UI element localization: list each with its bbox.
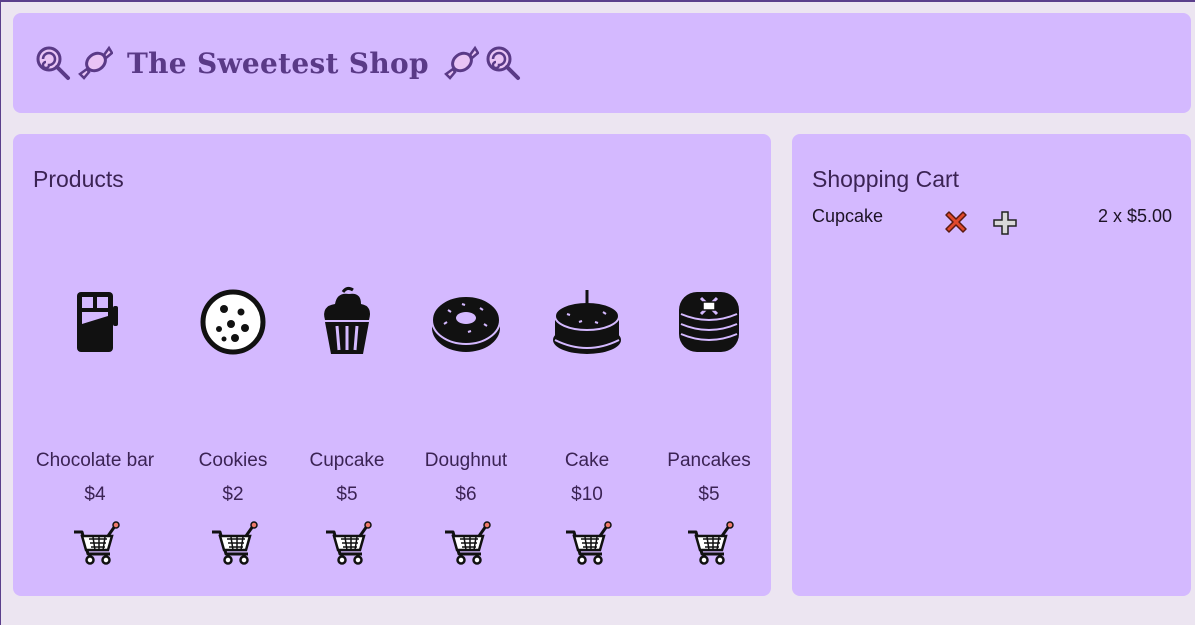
product-name: Cupcake — [309, 450, 385, 471]
add-to-cart-button[interactable] — [208, 520, 258, 568]
add-to-cart-button[interactable] — [441, 520, 491, 568]
product-name: Cookies — [198, 450, 268, 471]
cart-panel: Shopping Cart Cupcake 2 x $5.00 — [792, 134, 1191, 596]
lollipop-icon — [486, 46, 520, 80]
cart-item-name: Cupcake — [812, 206, 884, 226]
product-price: $4 — [84, 484, 106, 505]
products-panel: Products Chocolate bar $4 Cookies $2 Cup… — [13, 134, 771, 596]
cake-icon — [553, 290, 621, 354]
shopping-cart-icon — [688, 521, 734, 565]
cart-item-quantity: 2 x $5.00 — [1097, 206, 1172, 226]
add-to-cart-button[interactable] — [70, 520, 120, 568]
add-to-cart-button[interactable] — [322, 520, 372, 568]
product-name: Cake — [564, 450, 610, 471]
product-name: Doughnut — [424, 450, 508, 471]
cross-mark-icon[interactable] — [942, 208, 970, 236]
page-title: The Sweetest Shop — [127, 46, 429, 80]
product-price: $10 — [571, 484, 603, 505]
shopping-cart-icon — [74, 521, 120, 565]
product-price: $2 — [222, 484, 244, 505]
product-card: Chocolate bar $4 — [25, 284, 165, 568]
product-price: $5 — [336, 484, 358, 505]
add-to-cart-button[interactable] — [684, 520, 734, 568]
product-card: Cake $10 — [517, 284, 657, 568]
pancakes-icon — [679, 292, 739, 352]
cupcake-icon — [324, 286, 370, 354]
product-name: Pancakes — [667, 450, 751, 471]
shopping-cart-icon — [212, 521, 258, 565]
plus-icon[interactable] — [992, 210, 1018, 236]
cookie-icon — [200, 289, 266, 355]
shopping-cart-icon — [326, 521, 372, 565]
product-price: $5 — [698, 484, 720, 505]
candy-icon — [443, 45, 479, 80]
chocolate-bar-icon — [77, 292, 118, 352]
add-to-cart-button[interactable] — [562, 520, 612, 568]
shopping-cart-icon — [445, 521, 491, 565]
product-card: Pancakes $5 — [639, 284, 779, 568]
products-title: Products — [33, 166, 124, 192]
doughnut-icon — [431, 295, 501, 352]
header: The Sweetest Shop — [13, 13, 1191, 113]
title-row: The Sweetest Shop — [35, 45, 521, 81]
product-card: Doughnut $6 — [396, 284, 536, 568]
shopping-cart-icon — [566, 521, 612, 565]
product-name: Chocolate bar — [35, 450, 155, 471]
candy-icon — [78, 45, 113, 80]
product-price: $6 — [455, 484, 477, 505]
cart-title: Shopping Cart — [812, 166, 960, 192]
lollipop-icon — [36, 46, 70, 80]
cart-item: Cupcake 2 x $5.00 — [812, 204, 1172, 238]
